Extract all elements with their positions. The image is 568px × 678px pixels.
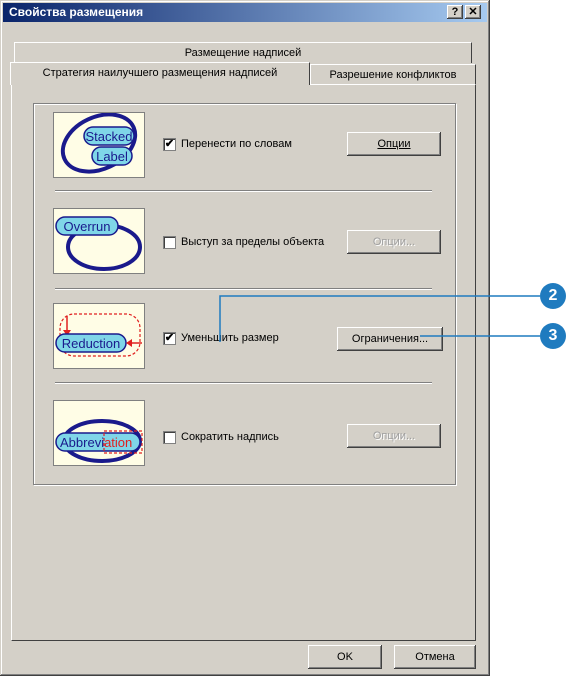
callout-3: 3 [540, 323, 566, 349]
callout-2: 2 [540, 283, 566, 309]
callout-leaders [219, 295, 540, 342]
tab-best-placement-strategy[interactable]: Стратегия наилучшего размещения надписей [10, 62, 310, 85]
tab-label: Стратегия наилучшего размещения надписей [42, 67, 278, 79]
